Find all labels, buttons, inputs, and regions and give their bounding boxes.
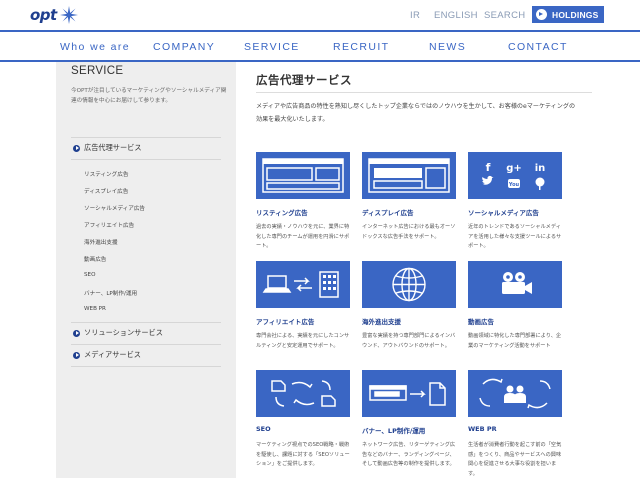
sidebar-item-overseas[interactable]: 海外進出支援 bbox=[84, 238, 118, 246]
card-description: 近年のトレンドであるソーシャルメディアを活用した様々な支援ツールによるサポート。 bbox=[468, 224, 562, 249]
card-title[interactable]: バナー、LP制作/運用 bbox=[362, 425, 425, 435]
display-layout-icon bbox=[368, 158, 450, 193]
sidebar-section-ad[interactable]: 広告代理サービス bbox=[73, 143, 142, 153]
card-description: ネットワーク広告、リターゲティング広告などのバナー、ランディングページ、そして動… bbox=[362, 442, 456, 467]
card-image[interactable]: f g+ in You bbox=[468, 152, 562, 199]
main-nav: Who we are COMPANY SERVICE RECRUIT NEWS … bbox=[0, 32, 640, 60]
nav-contact[interactable]: CONTACT bbox=[508, 41, 568, 53]
card-title[interactable]: リスティング広告 bbox=[256, 207, 308, 217]
card-image[interactable] bbox=[362, 261, 456, 308]
logo-star-icon bbox=[59, 6, 78, 24]
svg-text:in: in bbox=[535, 163, 546, 174]
svg-text:f: f bbox=[486, 161, 491, 174]
sidebar-divider bbox=[71, 366, 221, 367]
card-image[interactable] bbox=[468, 370, 562, 417]
sidebar-section-media[interactable]: メディアサービス bbox=[73, 350, 141, 360]
card-image[interactable] bbox=[256, 261, 350, 308]
card-description: 動画領域に特化した専門部署により、企業のマーケティング活動をサポート bbox=[468, 333, 562, 349]
chevron-circle-icon bbox=[73, 329, 80, 337]
sidebar-item-seo[interactable]: SEO bbox=[84, 272, 96, 278]
sidebar-divider bbox=[71, 137, 221, 138]
card-image[interactable] bbox=[468, 261, 562, 308]
card-description: 専門会社による、実績を元にしたコンサルティングと安定運用でサポート。 bbox=[256, 333, 350, 349]
sidebar-title: SERVICE bbox=[71, 65, 124, 77]
sidebar-section-label: 広告代理サービス bbox=[84, 143, 142, 152]
card-title[interactable]: SEO bbox=[256, 425, 271, 433]
card-image[interactable] bbox=[256, 370, 350, 417]
top-bar: opt IR ENGLISH SEARCH HOLDINGS bbox=[0, 0, 640, 30]
card-description: 豊富な実績を持つ専門部門によるインバウンド、アウトバウンドのサポート。 bbox=[362, 333, 456, 349]
webpr-people-icon bbox=[479, 378, 551, 409]
card-image[interactable] bbox=[362, 370, 456, 417]
chevron-circle-icon bbox=[73, 351, 80, 359]
sidebar-section-label: メディアサービス bbox=[84, 350, 141, 359]
social-icons: f g+ in You bbox=[482, 161, 546, 190]
sidebar-divider bbox=[71, 344, 221, 345]
sidebar-description: 今OPTが注目しているマーケティングやソーシャルメディア関連の情報を中心にお届け… bbox=[71, 88, 227, 104]
card-title[interactable]: アフィリエイト広告 bbox=[256, 316, 314, 326]
card-title[interactable]: WEB PR bbox=[468, 425, 497, 433]
card-description: マーケティング視点でのSEO戦略・戦術を駆使し、課題に対する「SEOソリューショ… bbox=[256, 442, 350, 467]
search-link[interactable]: SEARCH bbox=[484, 10, 525, 21]
card-title[interactable]: ディスプレイ広告 bbox=[362, 207, 414, 217]
sidebar-item-listing[interactable]: リスティング広告 bbox=[84, 170, 128, 178]
affiliate-icon bbox=[262, 271, 339, 298]
holdings-button[interactable]: HOLDINGS bbox=[532, 6, 604, 23]
opt-logo[interactable]: opt bbox=[30, 4, 79, 26]
sidebar-item-webpr[interactable]: WEB PR bbox=[84, 306, 106, 312]
seo-cycle-icon bbox=[271, 380, 336, 407]
svg-text:You: You bbox=[508, 182, 520, 188]
card-description: インターネット広告における最もオーソドックスな広告手法をサポート。 bbox=[362, 224, 456, 240]
card-title[interactable]: ソーシャルメディア広告 bbox=[468, 207, 539, 217]
globe-icon bbox=[392, 267, 426, 302]
nav-who-we-are[interactable]: Who we are bbox=[60, 41, 130, 53]
card-title[interactable]: 動画広告 bbox=[468, 316, 494, 326]
play-circle-icon bbox=[536, 9, 547, 20]
intro-text: メディアや広告商品の特性を熟知し尽くしたトップ企業ならではのノウハウを生かして、… bbox=[256, 103, 576, 123]
ir-link[interactable]: IR bbox=[410, 10, 420, 21]
banner-lp-icon bbox=[369, 382, 446, 406]
page-title: 広告代理サービス bbox=[256, 73, 352, 87]
video-camera-icon bbox=[502, 272, 532, 294]
nav-service[interactable]: SERVICE bbox=[244, 41, 300, 53]
card-image[interactable] bbox=[362, 152, 456, 199]
sidebar: SERVICE 今OPTが注目しているマーケティングやソーシャルメディア関連の情… bbox=[56, 62, 236, 478]
card-title[interactable]: 海外進出支援 bbox=[362, 316, 401, 326]
logo-text: opt bbox=[30, 6, 57, 24]
sidebar-section-solution[interactable]: ソリューションサービス bbox=[73, 328, 163, 338]
holdings-label: HOLDINGS bbox=[552, 9, 599, 20]
english-link[interactable]: ENGLISH bbox=[434, 10, 478, 21]
sidebar-divider bbox=[71, 322, 221, 323]
sidebar-section-label: ソリューションサービス bbox=[84, 328, 163, 337]
card-description: 生活者が消費者行動を起こす前の「空気感」をつくり、商品やサービスへの興味関心を促… bbox=[468, 442, 562, 477]
sidebar-divider bbox=[71, 159, 221, 160]
title-divider bbox=[256, 92, 592, 93]
card-description: 過去の実績・ノウハウを元に、業界に特化した専門のチームが運用を円滑にサポート。 bbox=[256, 224, 350, 249]
sidebar-item-video[interactable]: 動画広告 bbox=[84, 255, 106, 263]
sidebar-item-social[interactable]: ソーシャルメディア広告 bbox=[84, 204, 145, 212]
nav-news[interactable]: NEWS bbox=[429, 41, 466, 53]
sidebar-item-affiliate[interactable]: アフィリエイト広告 bbox=[84, 221, 134, 229]
card-image[interactable] bbox=[256, 152, 350, 199]
chevron-circle-icon bbox=[73, 144, 80, 152]
sidebar-item-banner-lp[interactable]: バナー、LP制作/運用 bbox=[84, 289, 137, 297]
nav-company[interactable]: COMPANY bbox=[153, 41, 215, 53]
sidebar-item-display[interactable]: ディスプレイ広告 bbox=[84, 187, 128, 195]
nav-recruit[interactable]: RECRUIT bbox=[333, 41, 389, 53]
svg-text:g+: g+ bbox=[506, 163, 522, 174]
listing-layout-icon bbox=[262, 158, 344, 193]
